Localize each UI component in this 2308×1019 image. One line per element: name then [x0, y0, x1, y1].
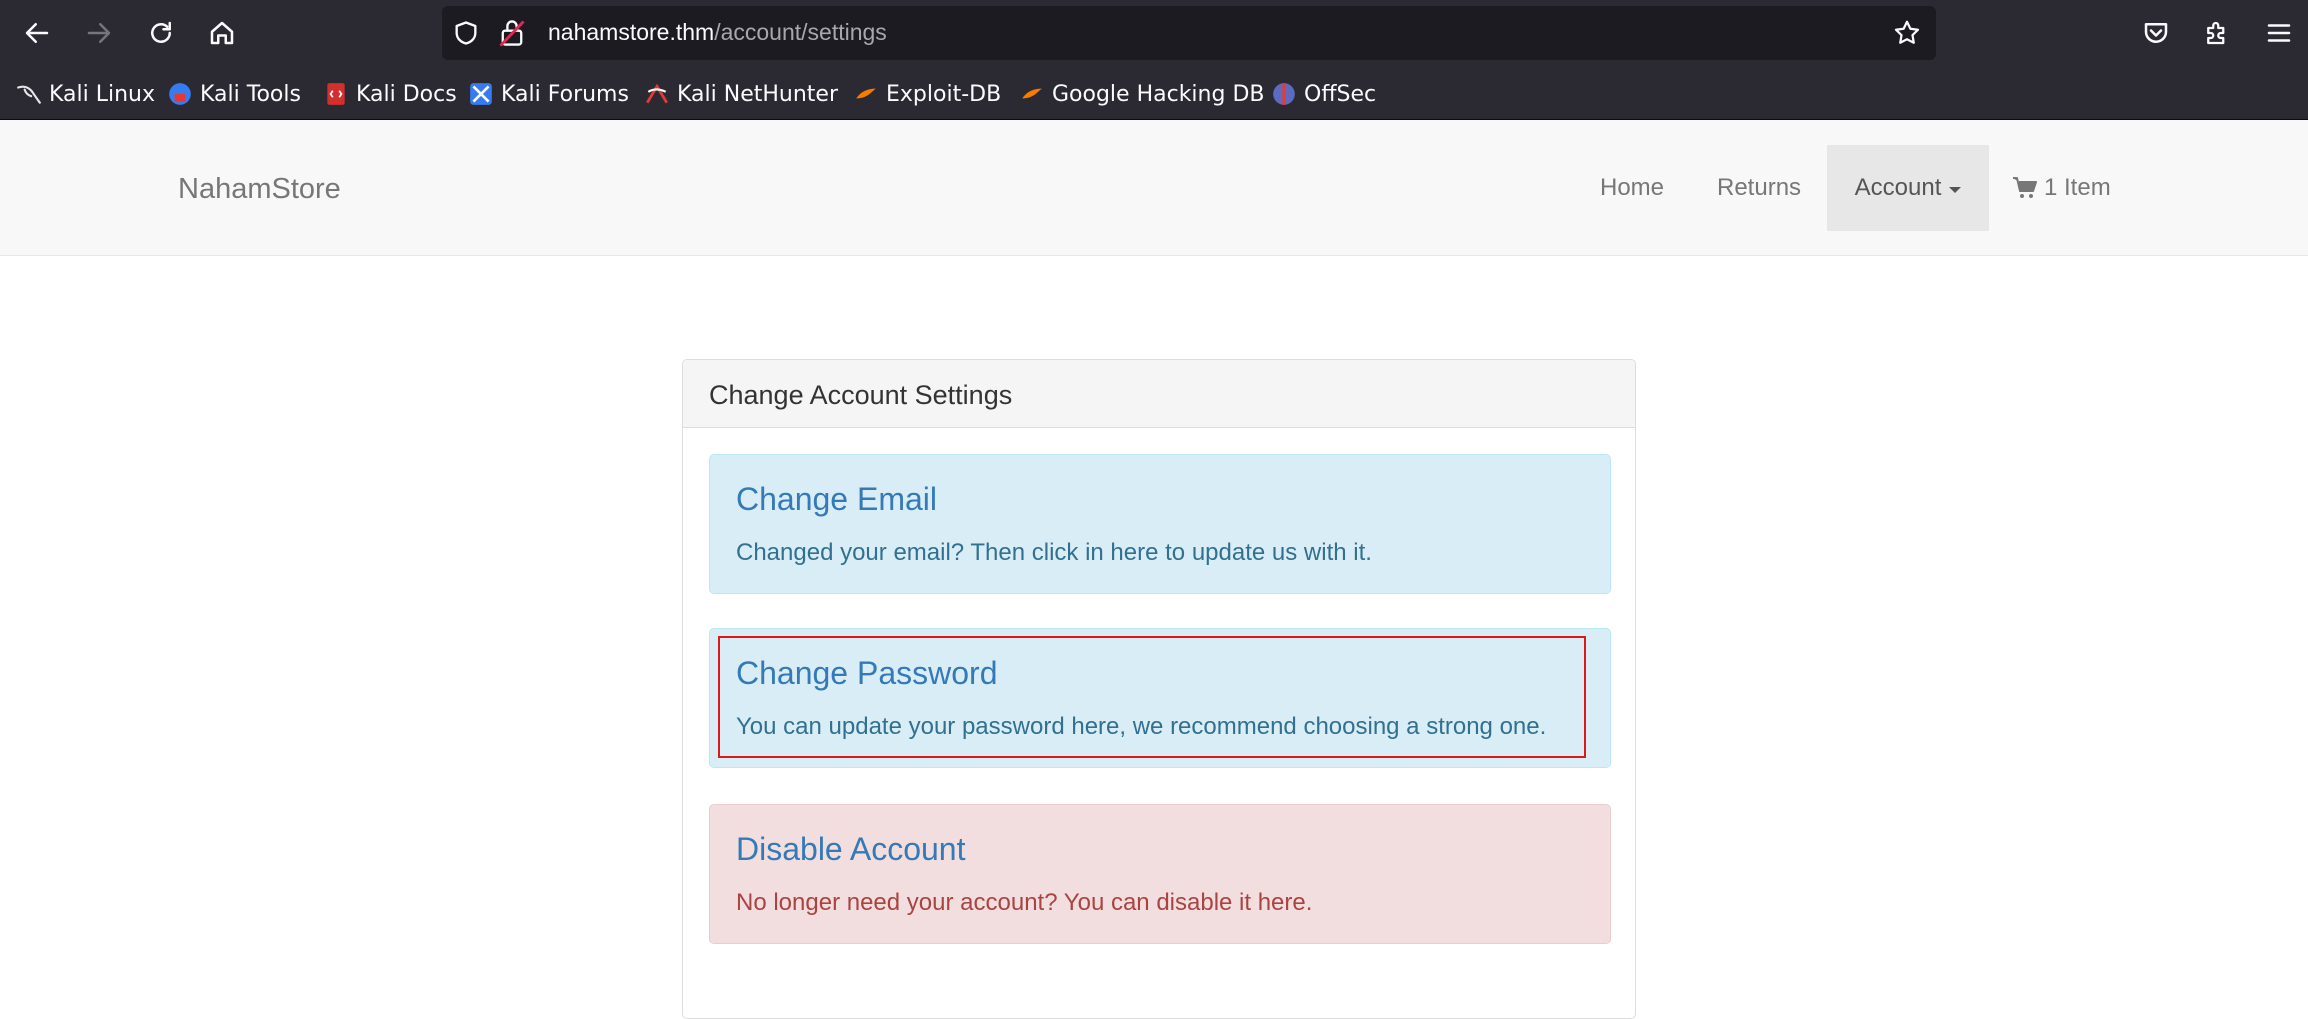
- exploit-db-icon: [856, 88, 876, 99]
- bookmark-label: OffSec: [1304, 81, 1377, 107]
- url-text[interactable]: nahamstore.thm/account/settings: [548, 19, 887, 46]
- nav-account-dropdown[interactable]: Account: [1827, 145, 1989, 231]
- reload-button[interactable]: [139, 11, 183, 55]
- shield-icon[interactable]: [452, 19, 480, 47]
- kali-dragon-icon: [17, 85, 41, 104]
- bookmark-label: Kali NetHunter: [677, 81, 838, 107]
- nav-returns[interactable]: Returns: [1717, 145, 1802, 231]
- nav-returns-label: Returns: [1717, 174, 1802, 201]
- bookmark-kali-linux[interactable]: Kali Linux: [16, 80, 155, 108]
- brand-logo[interactable]: NahamStore: [178, 173, 341, 206]
- bookmark-star-icon[interactable]: [1892, 18, 1922, 48]
- home-icon: [210, 21, 234, 45]
- insecure-lock-icon[interactable]: [498, 18, 526, 48]
- bookmark-label: Kali Tools: [200, 81, 301, 107]
- back-button[interactable]: [15, 11, 59, 55]
- browser-toolbar: nahamstore.thm/account/settings: [0, 0, 2308, 68]
- bookmark-kali-tools[interactable]: Kali Tools: [167, 80, 301, 108]
- nav-cart[interactable]: 1 Item: [2012, 145, 2132, 231]
- home-button[interactable]: [200, 11, 244, 55]
- puzzle-icon: [2207, 21, 2225, 45]
- bookmark-label: Kali Docs: [356, 81, 457, 107]
- shopping-cart-icon: [2013, 177, 2037, 198]
- forward-button[interactable]: [77, 11, 121, 55]
- url-host: nahamstore.thm: [548, 19, 715, 45]
- account-settings-panel: Change Account Settings Change Email Cha…: [682, 359, 1636, 1019]
- caret-down-icon: [1949, 186, 1962, 193]
- arrow-left-icon: [25, 23, 49, 43]
- url-bar[interactable]: nahamstore.thm/account/settings: [442, 6, 1936, 60]
- kali-docs-icon: [327, 83, 345, 105]
- bookmark-offsec[interactable]: OffSec: [1271, 80, 1376, 108]
- ghdb-icon: [1022, 88, 1042, 99]
- change-email-card[interactable]: Change Email Changed your email? Then cl…: [709, 454, 1611, 594]
- pocket-icon: [2144, 23, 2168, 43]
- bookmark-kali-forums[interactable]: Kali Forums: [468, 80, 629, 108]
- disable-account-description: No longer need your account? You can dis…: [736, 889, 1313, 916]
- bookmark-kali-docs[interactable]: Kali Docs: [323, 80, 457, 108]
- change-email-description: Changed your email? Then click in here t…: [736, 539, 1372, 566]
- bookmark-exploit-db[interactable]: Exploit-DB: [853, 80, 1001, 108]
- change-password-link[interactable]: Change Password: [736, 655, 997, 692]
- pocket-button[interactable]: [2134, 11, 2178, 55]
- arrow-right-icon: [87, 23, 111, 43]
- extensions-button[interactable]: [2195, 11, 2239, 55]
- nav-home[interactable]: Home: [1600, 145, 1666, 231]
- url-path: /account/settings: [714, 19, 887, 45]
- nav-cart-label: 1 Item: [2044, 174, 2111, 201]
- change-email-link[interactable]: Change Email: [736, 481, 937, 518]
- disable-account-card[interactable]: Disable Account No longer need your acco…: [709, 804, 1611, 944]
- offsec-icon: [1273, 83, 1295, 105]
- panel-heading: Change Account Settings: [683, 360, 1635, 428]
- reload-icon: [151, 21, 171, 43]
- bookmark-kali-nethunter[interactable]: Kali NetHunter: [644, 80, 838, 108]
- kali-nethunter-icon: [646, 83, 668, 104]
- change-password-description: You can update your password here, we re…: [736, 713, 1547, 740]
- kali-tools-icon: [169, 83, 191, 105]
- bookmark-google-hacking-db[interactable]: Google Hacking DB: [1019, 80, 1264, 108]
- bookmark-label: Kali Linux: [49, 81, 156, 107]
- bookmarks-bar: Kali Linux Kali Tools Kali Docs Kali For…: [0, 68, 2308, 120]
- change-password-card[interactable]: Change Password You can update your pass…: [709, 628, 1611, 768]
- disable-account-link[interactable]: Disable Account: [736, 831, 965, 868]
- kali-forums-icon: [470, 83, 492, 105]
- menu-button[interactable]: [2257, 11, 2301, 55]
- bookmark-label: Google Hacking DB: [1052, 81, 1265, 107]
- nav-account-label: Account: [1854, 174, 1942, 201]
- bookmark-label: Kali Forums: [501, 81, 629, 107]
- nav-home-label: Home: [1600, 174, 1665, 201]
- site-navbar: NahamStore Home Returns Account 1 Item: [0, 120, 2308, 256]
- hamburger-icon: [2267, 24, 2291, 42]
- bookmark-label: Exploit-DB: [886, 81, 1002, 107]
